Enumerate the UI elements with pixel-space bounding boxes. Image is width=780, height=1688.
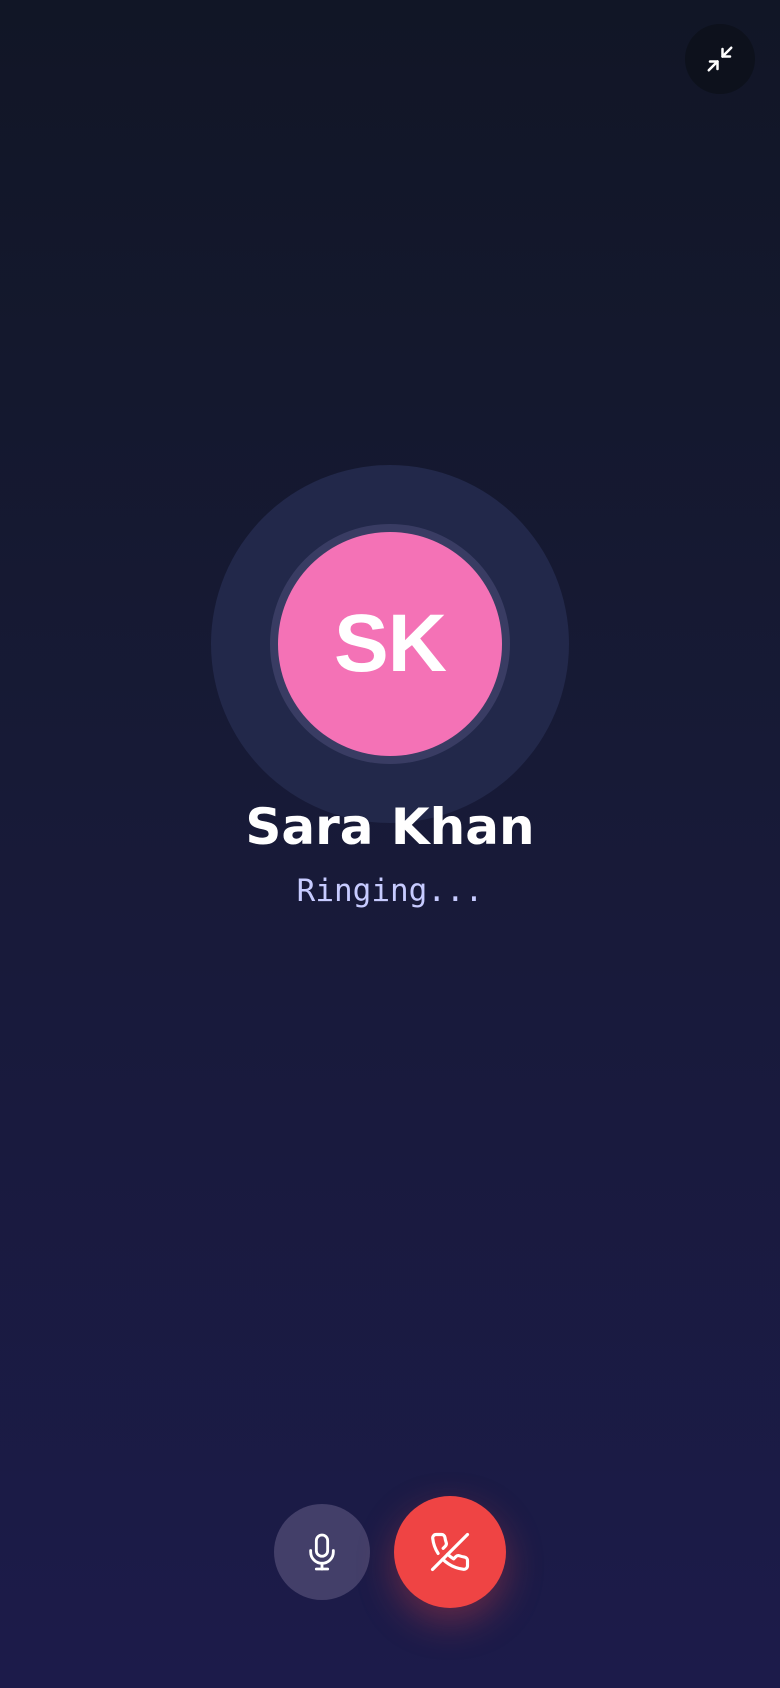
hang-up-button[interactable] bbox=[394, 1496, 506, 1608]
call-status: Ringing... bbox=[296, 873, 484, 909]
caller-avatar: SK bbox=[278, 532, 502, 756]
minimize-arrows-icon bbox=[707, 46, 733, 72]
phone-off-icon bbox=[430, 1532, 470, 1572]
caller-initials: SK bbox=[334, 598, 447, 689]
caller-name: Sara Khan bbox=[245, 798, 535, 856]
microphone-icon bbox=[309, 1533, 335, 1571]
mute-button[interactable] bbox=[274, 1504, 370, 1600]
minimize-call-button[interactable] bbox=[685, 24, 755, 94]
